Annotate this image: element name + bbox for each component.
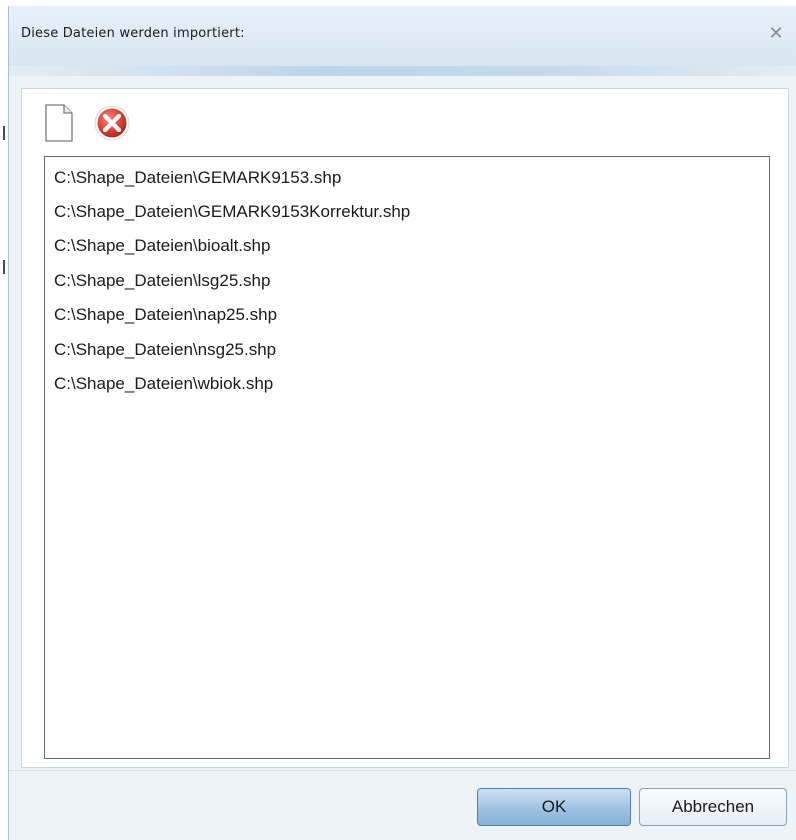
- content-panel: C:\Shape_Dateien\GEMARK9153.shp C:\Shape…: [21, 88, 789, 768]
- background-edge-mark: [3, 260, 5, 274]
- list-item[interactable]: C:\Shape_Dateien\GEMARK9153.shp: [54, 163, 341, 193]
- remove-file-button[interactable]: [92, 103, 132, 143]
- new-file-icon: [45, 104, 73, 142]
- title-bar: Diese Dateien werden importiert: ✕: [9, 6, 796, 66]
- add-file-button[interactable]: [40, 103, 80, 143]
- footer-divider: [9, 770, 796, 771]
- background-window-edge: [0, 0, 8, 840]
- title-divider: [9, 66, 796, 76]
- cancel-button[interactable]: Abbrechen: [639, 788, 787, 826]
- list-item[interactable]: C:\Shape_Dateien\GEMARK9153Korrektur.shp: [54, 197, 410, 227]
- list-item[interactable]: C:\Shape_Dateien\bioalt.shp: [54, 231, 270, 261]
- ok-button[interactable]: OK: [477, 788, 631, 826]
- list-item[interactable]: C:\Shape_Dateien\lsg25.shp: [54, 266, 270, 296]
- list-item[interactable]: C:\Shape_Dateien\nap25.shp: [54, 300, 277, 330]
- import-dialog: Diese Dateien werden importiert: ✕ C:\Sh…: [8, 6, 796, 840]
- file-list[interactable]: C:\Shape_Dateien\GEMARK9153.shp C:\Shape…: [44, 156, 770, 759]
- list-item[interactable]: C:\Shape_Dateien\wbiok.shp: [54, 369, 273, 399]
- remove-icon: [94, 105, 130, 141]
- close-icon[interactable]: ✕: [766, 24, 786, 44]
- background-edge-mark: [3, 126, 5, 140]
- list-item[interactable]: C:\Shape_Dateien\nsg25.shp: [54, 335, 276, 365]
- dialog-title: Diese Dateien werden importiert:: [21, 26, 245, 41]
